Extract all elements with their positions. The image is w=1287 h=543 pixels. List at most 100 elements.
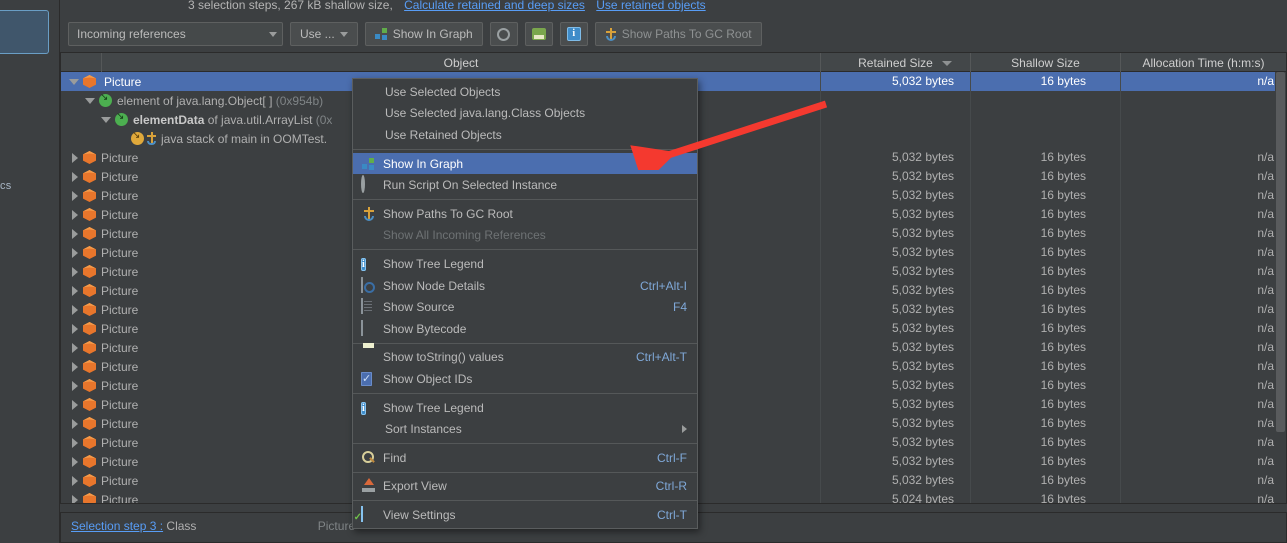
twisty-collapsed-icon[interactable] [69, 209, 80, 220]
twisty-collapsed-icon[interactable] [69, 228, 80, 239]
cell-allocation-time: n/a [1257, 302, 1274, 316]
column-header-retained-size[interactable]: Retained Size [821, 53, 971, 72]
cell-allocation-time: n/a [1257, 207, 1274, 221]
twisty-collapsed-icon[interactable] [69, 380, 80, 391]
export-icon [361, 478, 377, 494]
cell-retained-size: 5,032 bytes [821, 338, 971, 357]
search-icon [361, 450, 377, 466]
rail-selected-tool-box[interactable] [0, 10, 49, 54]
twisty-collapsed-icon[interactable] [69, 437, 80, 448]
twisty-collapsed-icon[interactable] [69, 190, 80, 201]
cube-icon [83, 379, 96, 392]
twisty-collapsed-icon[interactable] [69, 171, 80, 182]
menu-item-label: Show Bytecode [383, 321, 467, 336]
cube-icon [83, 284, 96, 297]
cell-shallow-size: 16 bytes [971, 300, 1121, 319]
twisty-expanded-icon[interactable] [85, 95, 96, 106]
cube-icon [83, 75, 96, 88]
menu-item-view-settings[interactable]: View Settings Ctrl-T [353, 504, 697, 526]
scrollbar-thumb[interactable] [1276, 72, 1285, 432]
menu-item-shortcut: Ctrl-T [657, 507, 687, 522]
menu-item-show-tree-legend[interactable]: i Show Tree Legend [353, 397, 697, 419]
reference-icon [99, 92, 112, 107]
menu-item-sort-instances[interactable]: Sort Instances [353, 418, 697, 440]
twisty-none [117, 133, 128, 144]
row-label: Picture [101, 150, 139, 165]
cell-shallow-size: 16 bytes [971, 471, 1121, 490]
row-label: Picture [101, 321, 139, 336]
twisty-collapsed-icon[interactable] [69, 285, 80, 296]
cell-shallow-size: 16 bytes [971, 262, 1121, 281]
use-dropdown-button[interactable]: Use ... [290, 22, 358, 46]
circle-icon [361, 227, 377, 243]
menu-item-use-selected-objects[interactable]: Use Selected Objects [353, 81, 697, 103]
row-label: Picture [101, 492, 139, 504]
twisty-expanded-icon[interactable] [69, 76, 80, 87]
row-label: Picture [101, 473, 139, 488]
menu-item-use-retained-objects[interactable]: Use Retained Objects [353, 124, 697, 146]
twisty-collapsed-icon[interactable] [69, 152, 80, 163]
twisty-collapsed-icon[interactable] [69, 418, 80, 429]
twisty-collapsed-icon[interactable] [69, 399, 80, 410]
bytecode-icon [361, 319, 377, 337]
menu-item-find[interactable]: Find Ctrl-F [353, 447, 697, 469]
cube-icon [83, 151, 96, 164]
cell-shallow-size: 16 bytes [971, 243, 1121, 262]
column-header-gutter[interactable] [61, 53, 102, 72]
menu-item-use-selected-java-lang-class-objects[interactable]: Use Selected java.lang.Class Objects [353, 103, 697, 125]
checkbox-checked-icon[interactable]: ✓ [361, 371, 377, 387]
menu-item-show-tostring-values[interactable]: Show toString() values Ctrl+Alt-T [353, 347, 697, 369]
table-vertical-scrollbar[interactable] [1275, 72, 1286, 485]
menu-item-show-node-details[interactable]: Show Node Details Ctrl+Alt-I [353, 275, 697, 297]
menu-item-run-script-on-selected-instance[interactable]: Run Script On Selected Instance [353, 174, 697, 196]
cell-allocation-time: n/a [1257, 74, 1274, 88]
use-retained-objects-link[interactable]: Use retained objects [596, 0, 705, 12]
row-label: Picture [101, 73, 145, 90]
cell-retained-size: 5,032 bytes [821, 319, 971, 338]
twisty-collapsed-icon[interactable] [69, 323, 80, 334]
show-in-graph-label: Show In Graph [392, 27, 473, 41]
column-header-shallow-size[interactable]: Shallow Size [971, 53, 1121, 72]
twisty-collapsed-icon[interactable] [69, 247, 80, 258]
twisty-collapsed-icon[interactable] [69, 475, 80, 486]
cell-retained-size: 5,032 bytes [821, 395, 971, 414]
column-header-allocation-time[interactable]: Allocation Time (h:m:s) [1121, 53, 1286, 72]
menu-item-show-object-ids[interactable]: ✓ Show Object IDs [353, 368, 697, 390]
row-label: Picture [101, 188, 139, 203]
twisty-expanded-icon[interactable] [101, 114, 112, 125]
view-mode-select[interactable]: Incoming references [68, 22, 283, 46]
menu-item-show-bytecode[interactable]: Show Bytecode [353, 318, 697, 340]
menu-item-show-tree-legend[interactable]: i Show Tree Legend [353, 253, 697, 275]
selection-step-link[interactable]: Selection step 3 : [71, 519, 163, 533]
cube-icon [83, 189, 96, 202]
menu-item-shortcut: Ctrl+Alt-T [636, 350, 687, 365]
calculate-retained-deep-sizes-link[interactable]: Calculate retained and deep sizes [404, 0, 585, 12]
show-in-graph-button[interactable]: Show In Graph [364, 22, 483, 46]
show-paths-to-gc-root-button[interactable]: Show Paths To GC Root [594, 22, 762, 46]
menu-item-show-paths-to-gc-root[interactable]: Show Paths To GC Root [353, 203, 697, 225]
anchor-icon [146, 132, 157, 145]
twisty-collapsed-icon[interactable] [69, 361, 80, 372]
row-label-object-id: (0x954b) [272, 93, 324, 108]
table-header-row: Object Retained Size Shallow Size Alloca… [61, 53, 1286, 72]
run-script-button[interactable] [489, 22, 518, 46]
menu-item-show-in-graph[interactable]: Show In Graph [353, 152, 697, 175]
cell-shallow-size: 16 bytes [971, 338, 1121, 357]
menu-item-export-view[interactable]: Export View Ctrl-R [353, 476, 697, 498]
cell-allocation-time: n/a [1257, 150, 1274, 164]
export-view-button[interactable] [524, 22, 553, 46]
twisty-collapsed-icon[interactable] [69, 494, 80, 503]
cell-shallow-size: 16 bytes [971, 224, 1121, 243]
show-tree-legend-button[interactable]: i [559, 22, 588, 46]
column-header-object[interactable]: Object [102, 53, 821, 72]
jprofiler-heap-walker-window: cs 3 selection steps, 267 kB shallow siz… [0, 0, 1287, 543]
heap-walker-toolbar: Incoming references Use ... Show In Grap… [60, 19, 1287, 49]
row-label: Picture [101, 245, 139, 260]
twisty-collapsed-icon[interactable] [69, 342, 80, 353]
twisty-collapsed-icon[interactable] [69, 266, 80, 277]
gc-root-object-icon [131, 130, 144, 145]
menu-item-show-source[interactable]: Show Source F4 [353, 296, 697, 318]
twisty-collapsed-icon[interactable] [69, 304, 80, 315]
menu-separator [353, 198, 697, 200]
twisty-collapsed-icon[interactable] [69, 456, 80, 467]
